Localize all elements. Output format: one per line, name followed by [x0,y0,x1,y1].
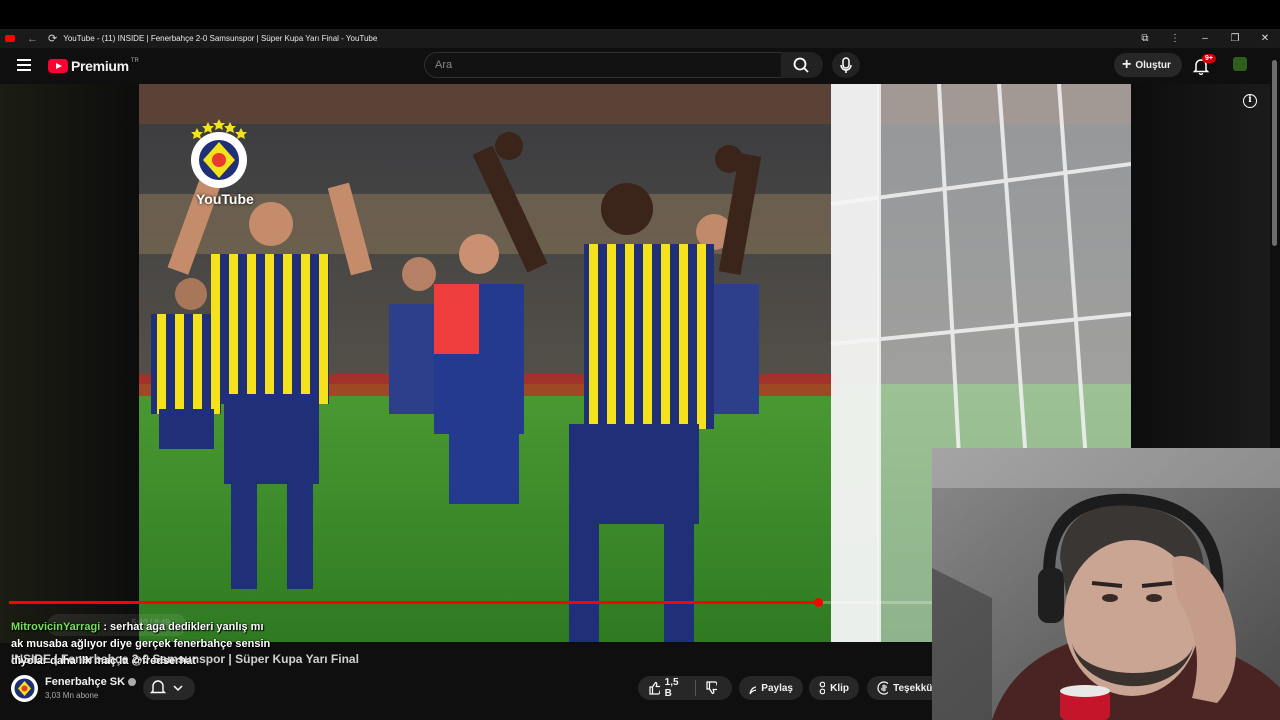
share-button[interactable]: Paylaş [739,676,803,700]
voice-search-button[interactable] [832,52,860,78]
like-divider [694,680,696,696]
channel-watermark: YouTube [196,191,254,207]
share-icon [749,686,757,695]
more-vert-icon[interactable]: ⋮ [1160,33,1190,44]
chat-line-1: MitrovicinYarragi : serhat aga dedikleri… [11,619,311,636]
clip-button[interactable]: Klip [809,676,859,700]
scrollbar-thumb[interactable] [1272,60,1277,246]
verified-badge-icon [128,678,137,687]
search-box[interactable] [424,52,782,78]
progress-played [9,601,818,604]
youtube-premium-logo[interactable]: Premium TR [48,58,139,74]
browser-tabstrip: ← ⟳ YouTube - (11) INSIDE | Fenerbahçe 2… [0,29,1280,48]
scissors-icon [819,681,826,695]
channel-name[interactable]: Fenerbahçe SK [45,676,137,688]
back-arrow-icon[interactable]: ← [27,33,38,45]
progress-scrubber[interactable] [813,598,823,607]
close-icon[interactable]: ✕ [1250,33,1280,44]
like-dislike-group: 1,5 B [638,676,732,700]
hamburger-menu-icon[interactable] [17,59,31,71]
create-label: Oluştur [1135,59,1171,71]
tab-title: YouTube - (11) INSIDE | Fenerbahçe 2-0 S… [63,34,378,43]
search-input[interactable] [425,53,781,77]
thumbs-up-icon[interactable] [648,681,660,695]
search-icon [793,57,809,73]
youtube-favicon-icon [5,35,15,42]
youtube-play-logo-icon [48,59,68,73]
video-progress-bar[interactable] [9,598,933,607]
info-icon[interactable]: i [1243,94,1257,108]
chat-line-2: ak musaba ağlıyor diye gerçek fenerbahçe… [11,638,271,650]
streamer-webcam [932,448,1280,720]
subscriber-count: 3,03 Mn abone [45,691,99,700]
subscription-notification-button[interactable] [143,676,195,700]
webcam-image [932,448,1280,720]
chat-username: MitrovicinYarragi [11,621,101,633]
video-title: INSIDE | Fenerbahçe 2-0 Samsunspor | Süp… [11,652,359,666]
channel-crest-icon [14,678,35,699]
brand-text: Premium [71,58,129,74]
chat-message-part1: : serhat aga dedikleri yanlış mı [103,621,264,633]
reload-icon[interactable]: ⟳ [48,32,57,45]
search-button[interactable] [781,52,823,78]
share-label: Paylaş [761,682,793,694]
channel-name-text: Fenerbahçe SK [45,676,126,688]
create-button[interactable]: + Oluştur [1114,53,1182,77]
microphone-icon [840,57,852,73]
country-code: TR [130,58,139,64]
notifications-badge: 9+ [1202,54,1216,63]
clip-label: Klip [830,682,849,694]
account-avatar[interactable] [1233,57,1247,71]
bell-dropdown-icon [149,680,183,694]
window-controls: ⧉ ⋮ – ❐ ✕ [1130,29,1280,48]
channel-avatar[interactable] [11,675,38,702]
extensions-icon[interactable]: ⧉ [1130,33,1160,44]
minimize-icon[interactable]: – [1190,33,1220,44]
super-thanks-icon [877,681,889,695]
thumbs-down-icon[interactable] [705,681,717,695]
youtube-header: Premium TR + Oluştur 9+ [0,48,1280,84]
plus-icon: + [1122,56,1132,73]
like-count[interactable]: 1,5 B [665,677,685,699]
restore-icon[interactable]: ❐ [1220,33,1250,44]
thanks-label: Teşekkürler [893,682,937,694]
